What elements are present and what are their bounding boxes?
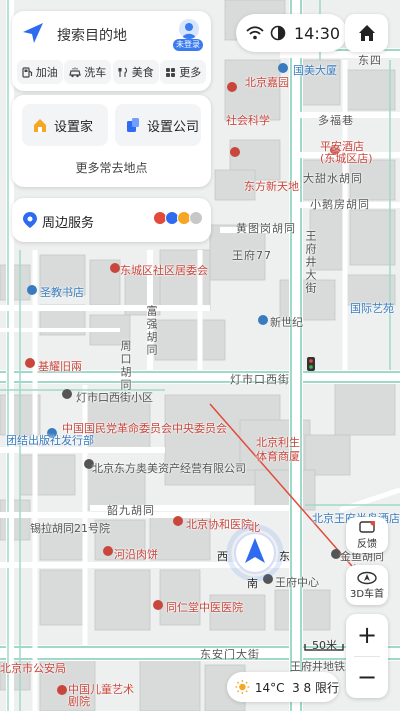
map-label: 社会科学 [226, 114, 270, 127]
map-label: 韶九胡同 [107, 504, 155, 517]
user-icon [182, 23, 196, 39]
clock-time: 14:30 [294, 23, 341, 43]
quick-action-label: 加油 [35, 66, 58, 79]
car-heading-icon [357, 571, 377, 584]
set-home-button[interactable]: 设置家 [22, 104, 108, 146]
quick-action-label: 更多 [179, 66, 202, 79]
nearby-services-card[interactable]: 周边服务 [12, 198, 211, 242]
map-label: 团结出版社发行部 [6, 434, 94, 447]
map-label: 灯市口西街 [230, 373, 290, 386]
map-label: 北京嘉园 [245, 76, 289, 89]
compass[interactable]: 北 南 西 东 [213, 521, 297, 590]
location-pin-icon [23, 212, 37, 228]
map-label: 河沿肉饼 [114, 548, 158, 561]
more-places-link[interactable]: 更多常去地点 [12, 159, 211, 176]
home-icon [358, 25, 375, 41]
map-label: 黄图岗胡同 [236, 222, 296, 235]
feedback-button[interactable]: 反馈 [346, 517, 388, 553]
map-label: 灯市口西街小区 [76, 391, 153, 404]
quick-action-label: 洗车 [84, 66, 107, 79]
map-label: 多福巷 [318, 114, 354, 127]
quick-actions: 加油 洗车 美食 更多 [12, 57, 211, 87]
sun-icon [235, 680, 250, 694]
gas-pump-icon [22, 66, 32, 78]
compass-east-label: 东 [279, 550, 290, 563]
signal-moon-icon [270, 25, 286, 41]
map-label: 同仁堂中医医院 [166, 601, 243, 614]
grid-icon [166, 67, 176, 77]
quick-action-gas[interactable]: 加油 [16, 60, 63, 84]
nearby-services-label: 周边服务 [42, 216, 95, 231]
feedback-label: 反馈 [357, 538, 377, 550]
navigation-logo-icon [23, 23, 43, 43]
search-input[interactable]: 搜索目的地 [57, 25, 127, 45]
3d-car-heading-button[interactable]: 3D车首 [346, 565, 388, 605]
compass-north-label: 北 [249, 521, 260, 534]
more-dots-icon [189, 211, 203, 225]
map-label: 新世纪 [270, 316, 303, 329]
map-label: 周口胡同 [119, 340, 132, 392]
map-scale-label: 50米 [312, 639, 337, 652]
food-icon [118, 67, 127, 77]
map-label: 富强胡同 [145, 305, 158, 357]
compass-south-label: 南 [247, 577, 258, 590]
home-icon [34, 119, 46, 132]
feedback-icon [359, 520, 375, 533]
map-label: 圣教书店 [40, 286, 84, 299]
search-card: 搜索目的地 未登录 加油 洗车 美食 更多 [12, 11, 211, 91]
zoom-out-button[interactable]: − [346, 656, 388, 698]
map-label: 东城区社区居委会 [120, 264, 208, 277]
map-label: (东城区店) [320, 152, 373, 165]
3d-car-heading-label: 3D车首 [349, 588, 385, 600]
company-icon [127, 118, 139, 132]
home-button[interactable] [345, 14, 388, 52]
compass-west-label: 西 [217, 550, 228, 563]
quick-action-label: 美食 [131, 66, 154, 79]
set-home-label: 设置家 [54, 119, 94, 135]
map-label: 国际艺苑 [350, 302, 394, 315]
quick-action-carwash[interactable]: 洗车 [64, 60, 112, 84]
quick-action-food[interactable]: 美食 [112, 60, 159, 84]
wifi-icon [246, 26, 264, 40]
login-status-badge: 未登录 [173, 39, 203, 51]
map-label: 东四 [358, 54, 382, 67]
login-button[interactable]: 未登录 [173, 19, 203, 51]
zoom-controls: + − [346, 614, 388, 698]
map-label: 王府井大街 [304, 230, 317, 295]
quick-action-more[interactable]: 更多 [160, 60, 207, 84]
map-label: 锡拉胡同21号院 [30, 522, 110, 535]
avatar [179, 19, 199, 39]
map-label: 国美大厦 [293, 64, 337, 77]
map-label: 北京市公安局 [0, 662, 66, 675]
map-label: 小鹅房胡同 [310, 198, 370, 211]
map-label: 东方新天地 [244, 180, 299, 193]
map-label: 王府77 [232, 249, 272, 262]
nearby-service-icons [153, 211, 203, 225]
map-label: 中国儿童艺术剧院 [68, 683, 134, 708]
map-label: 北京东方奥美资产经营有限公司 [92, 462, 246, 475]
weather-restriction-pill[interactable]: 14°C 3 8 限行 [227, 672, 339, 702]
favorite-places-card: 设置家 设置公司 更多常去地点 [12, 95, 211, 187]
traffic-light-icon [307, 357, 315, 371]
set-company-label: 设置公司 [147, 119, 200, 135]
map-label: 北京利生体育商厦 [256, 436, 300, 463]
zoom-in-button[interactable]: + [346, 614, 388, 656]
status-bar: 14:30 [236, 14, 347, 52]
map-label: 东安门大街 [200, 648, 260, 661]
search-bar[interactable]: 搜索目的地 未登录 [12, 11, 211, 55]
weather-text: 14°C 3 8 限行 [254, 680, 339, 695]
map-label: 大甜水胡同 [303, 172, 363, 185]
set-company-button[interactable]: 设置公司 [115, 104, 201, 146]
car-wash-icon [69, 67, 82, 77]
map-label: 基耀旧兩 [38, 360, 82, 373]
